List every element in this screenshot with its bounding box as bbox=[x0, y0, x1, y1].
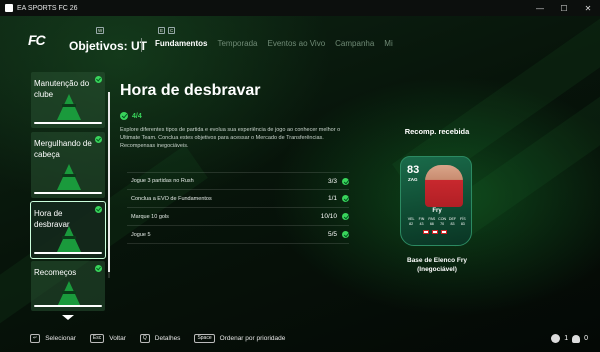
header-divider bbox=[141, 38, 142, 52]
cone-icon bbox=[57, 281, 81, 307]
space-key-icon: Space bbox=[194, 334, 215, 343]
objective-progress-bar bbox=[34, 252, 102, 254]
task-progress: 10/10 bbox=[320, 213, 337, 220]
task-row: Jogue 5 5/5 bbox=[127, 226, 349, 244]
stat-value: 83 bbox=[460, 222, 465, 226]
reward-name: Base de Elenco Fry (Inegociável) bbox=[407, 257, 467, 273]
tab-fundamentos[interactable]: Fundamentos bbox=[155, 39, 207, 48]
hint-details[interactable]: Detalhes bbox=[155, 335, 181, 342]
hint-sort-priority[interactable]: Ordenar por prioridade bbox=[220, 335, 286, 342]
connection-status-icon bbox=[551, 334, 561, 343]
player-name: Fry bbox=[432, 208, 442, 214]
task-complete-icon bbox=[342, 231, 349, 238]
task-progress: 3/3 bbox=[327, 177, 337, 185]
next-tab-key-hint: C bbox=[168, 27, 176, 34]
player-stats: VEL FIN PAS CON DEF FÍS 82 43 68 70 83 8… bbox=[406, 217, 468, 227]
page-section-title: Objetivos: UT bbox=[69, 39, 148, 53]
task-row: Conclua a EVO de Fundamentos 1/1 bbox=[127, 190, 349, 208]
objective-progress-value: 4/4 bbox=[132, 112, 142, 120]
objective-progress-bar bbox=[34, 122, 102, 124]
minimize-button[interactable]: — bbox=[528, 0, 552, 16]
tab-temporada[interactable]: Temporada bbox=[217, 39, 257, 48]
objective-description: Explore diferentes tipos de partida e ev… bbox=[120, 127, 341, 149]
esc-key-icon: Esc bbox=[89, 334, 105, 343]
tab-milestones[interactable]: Mi bbox=[384, 39, 392, 48]
stat-value: 83 bbox=[450, 222, 455, 226]
close-button[interactable]: ✕ bbox=[576, 0, 600, 16]
enter-key-icon: ↵ bbox=[30, 334, 41, 343]
objective-label: Mergulhando de cabeça bbox=[34, 139, 92, 159]
task-progress: 1/1 bbox=[327, 195, 337, 202]
ea-app-icon bbox=[5, 4, 13, 12]
task-label: Conclua a EVO de Fundamentos bbox=[131, 195, 212, 202]
cone-icon bbox=[57, 164, 81, 190]
task-row: Jogue 3 partidas no Rush 3/3 bbox=[127, 172, 349, 190]
task-label: Jogue 3 partidas no Rush bbox=[131, 178, 194, 184]
task-label: Jogue 5 bbox=[131, 231, 151, 238]
fc-logo: FC bbox=[28, 32, 46, 48]
objective-card-hora-de-desbravar[interactable]: Hora de desbravar bbox=[30, 201, 106, 259]
maximize-button[interactable]: ☐ bbox=[552, 0, 576, 16]
objective-progress-bar bbox=[34, 305, 102, 307]
prev-tab-key-hint: E bbox=[158, 27, 166, 34]
task-label: Marque 10 gols bbox=[131, 213, 169, 220]
title-key-hint: W bbox=[96, 27, 105, 34]
cone-icon bbox=[57, 94, 81, 120]
q-key-icon: Q bbox=[139, 334, 150, 343]
status-area: 1 0 bbox=[551, 334, 588, 343]
window-titlebar: EA SPORTS FC 26 — ☐ ✕ bbox=[0, 0, 600, 16]
completed-check-icon bbox=[95, 265, 102, 272]
friends-icon[interactable] bbox=[572, 334, 581, 343]
cone-icon bbox=[57, 226, 81, 252]
task-progress: 5/5 bbox=[327, 231, 337, 238]
objective-card-recomecos[interactable]: Recomeços bbox=[31, 261, 105, 311]
league-logo-icon bbox=[441, 230, 447, 234]
footer-hints: ↵ Selecionar Esc Voltar Q Detalhes Space… bbox=[30, 334, 285, 343]
completed-check-icon bbox=[95, 76, 102, 83]
player-badges bbox=[423, 230, 447, 234]
objective-progress-bar bbox=[34, 192, 102, 194]
stat-value: 70 bbox=[440, 222, 445, 226]
stat-value: 82 bbox=[409, 222, 414, 226]
hint-back[interactable]: Voltar bbox=[109, 335, 126, 342]
window-title: EA SPORTS FC 26 bbox=[17, 4, 78, 12]
club-crest-icon bbox=[432, 230, 438, 234]
game-screen: FC W Objetivos: UT E C Fundamentos Tempo… bbox=[0, 16, 600, 352]
friends-count: 0 bbox=[584, 335, 588, 342]
tab-campanha[interactable]: Campanha bbox=[335, 39, 374, 48]
player-rating: 83 bbox=[407, 164, 420, 176]
objective-card-mergulhando[interactable]: Mergulhando de cabeça bbox=[31, 132, 105, 198]
window-controls: — ☐ ✕ bbox=[528, 0, 600, 16]
task-complete-icon bbox=[342, 195, 349, 202]
hint-select[interactable]: Selecionar bbox=[45, 335, 76, 342]
task-complete-icon bbox=[342, 177, 349, 185]
completed-check-icon bbox=[120, 112, 128, 120]
objective-progress: 4/4 bbox=[120, 112, 142, 120]
objective-title: Hora de desbravar bbox=[120, 82, 261, 99]
player-position: ZAG bbox=[408, 177, 418, 182]
task-complete-icon bbox=[342, 213, 349, 220]
status-value: 1 bbox=[564, 335, 569, 342]
player-card[interactable]: 83 ZAG Fry VEL FIN PAS CON DEF FÍS 82 43… bbox=[400, 156, 472, 246]
task-list: Jogue 3 partidas no Rush 3/3 Conclua a E… bbox=[127, 172, 349, 244]
stat-value: 68 bbox=[429, 222, 434, 226]
task-row: Marque 10 gols 10/10 bbox=[127, 208, 349, 226]
reward-heading: Recomp. recebida bbox=[404, 127, 470, 136]
completed-check-icon bbox=[95, 206, 102, 213]
category-tabs: Fundamentos Temporada Eventos ao Vivo Ca… bbox=[155, 39, 393, 48]
objective-card-manutencao[interactable]: Manutenção do clube bbox=[31, 72, 105, 128]
stat-value: 43 bbox=[419, 222, 424, 226]
completed-check-icon bbox=[95, 136, 102, 143]
scroll-down-arrow-icon[interactable] bbox=[62, 315, 74, 320]
tab-eventos-ao-vivo[interactable]: Eventos ao Vivo bbox=[267, 39, 325, 48]
objective-label: Recomeços bbox=[34, 268, 77, 277]
nation-flag-icon bbox=[423, 230, 429, 234]
list-scrollbar-thumb[interactable] bbox=[108, 92, 110, 272]
player-photo bbox=[425, 165, 463, 207]
